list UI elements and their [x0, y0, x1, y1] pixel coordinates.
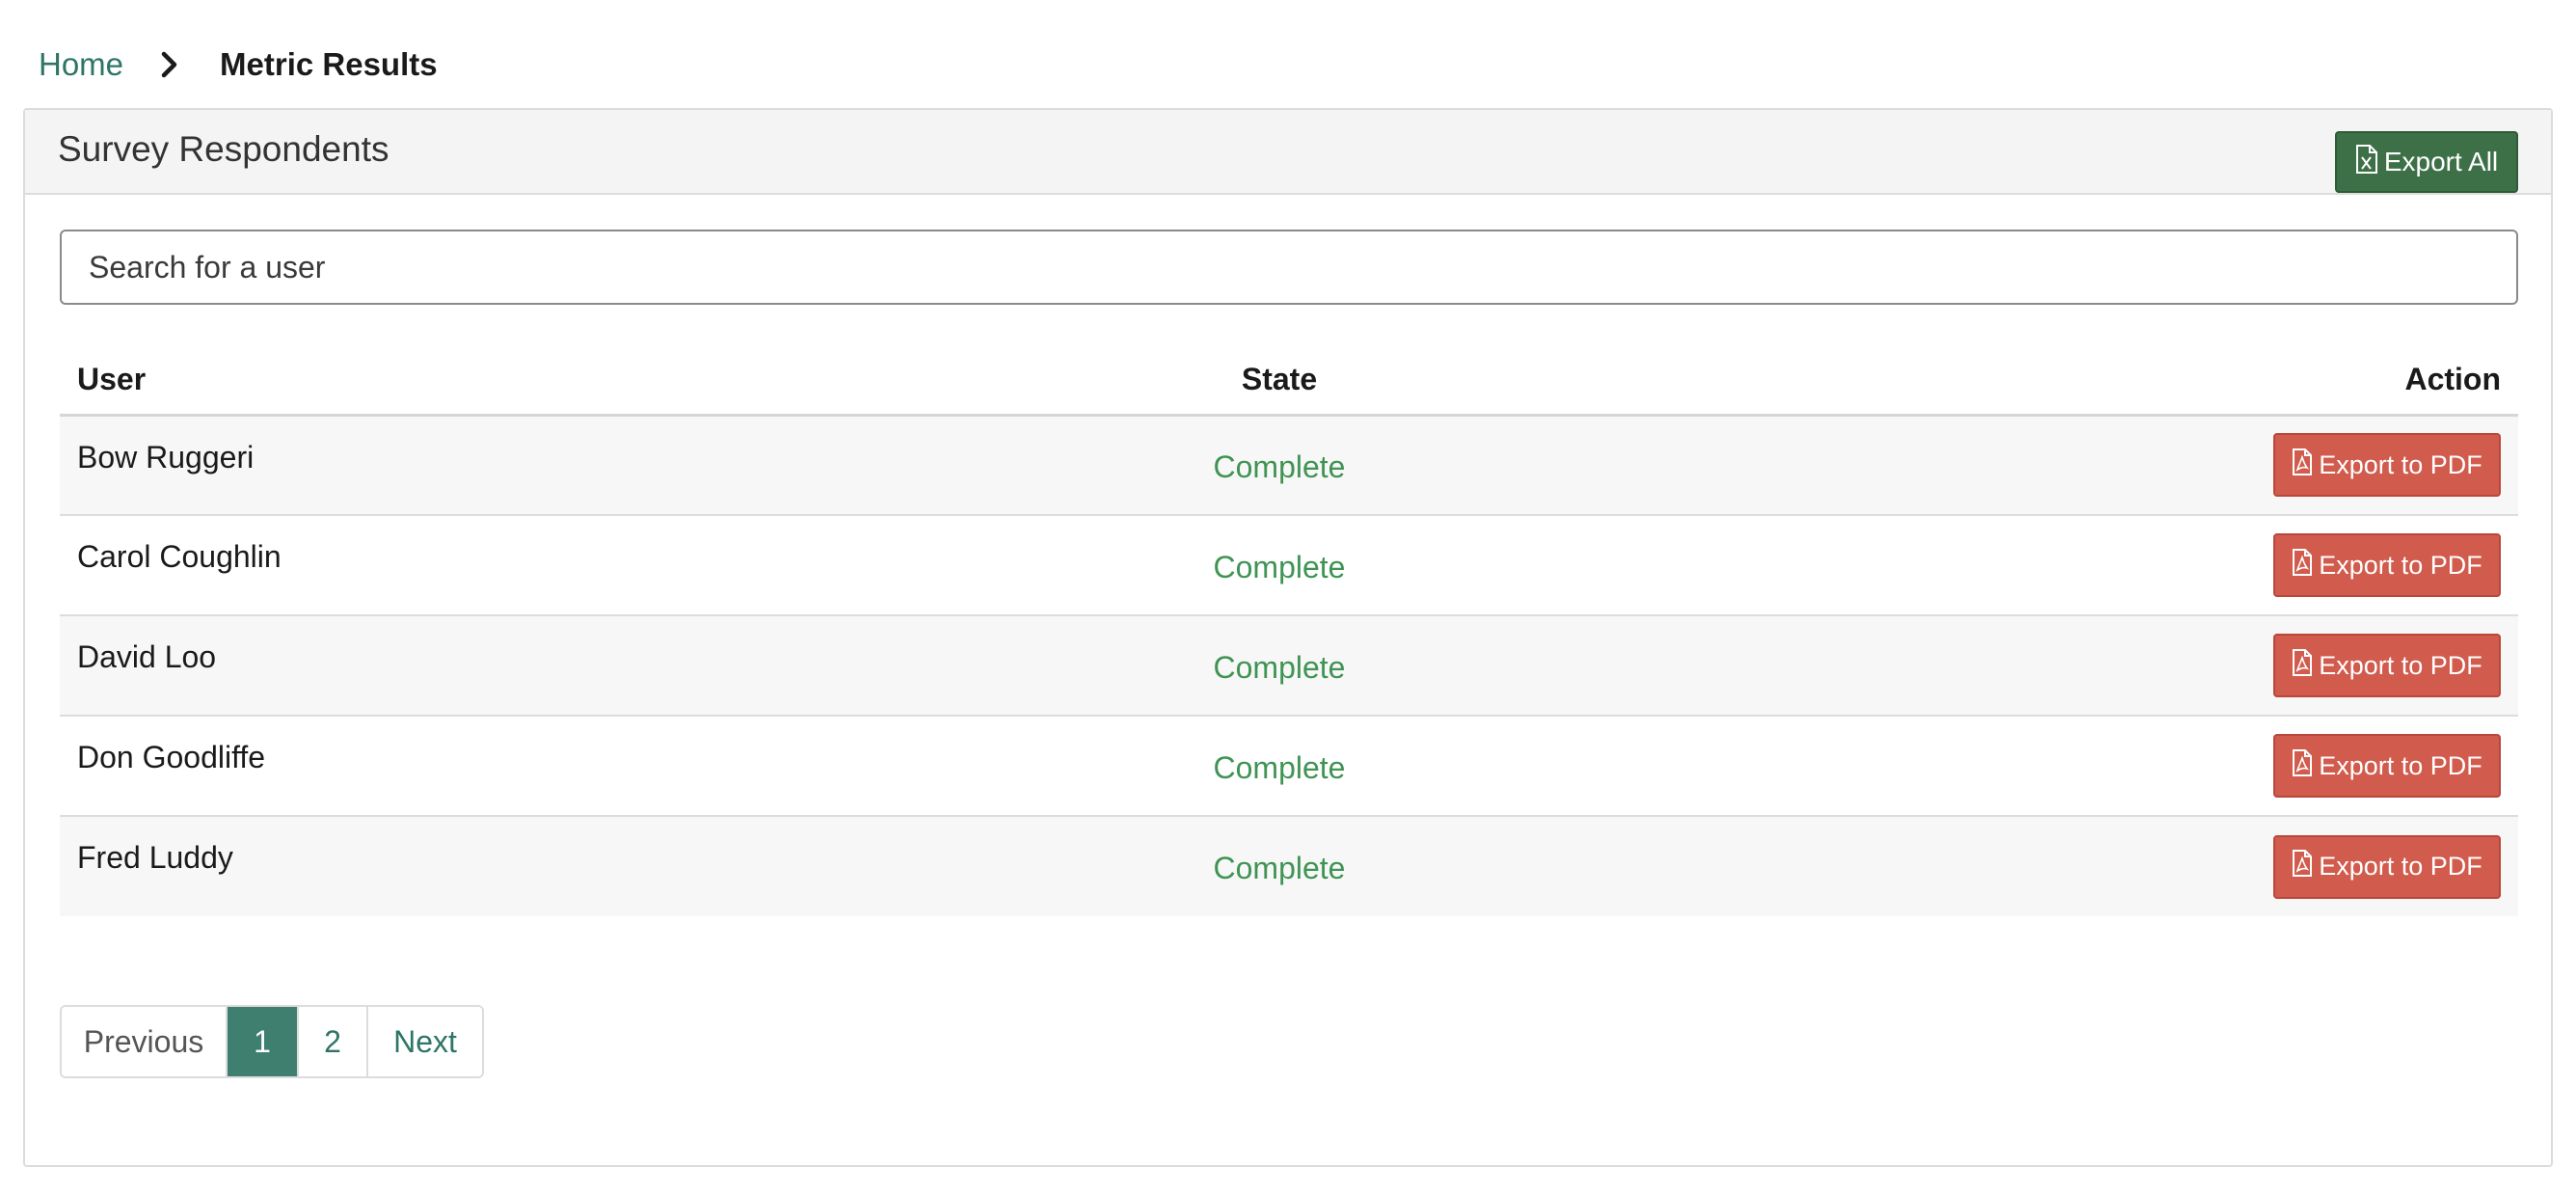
- export-to-pdf-button[interactable]: Export to PDF: [2273, 634, 2501, 697]
- export-to-pdf-button[interactable]: Export to PDF: [2273, 734, 2501, 798]
- table-row: David Loo Complete Export to PDF: [60, 615, 2518, 717]
- pagination-previous[interactable]: Previous: [62, 1007, 228, 1076]
- table-header-row: User State Action: [60, 336, 2518, 417]
- state-cell: Complete: [1024, 615, 1535, 717]
- respondents-table: User State Action Bow Ruggeri Complete E…: [60, 336, 2518, 916]
- file-excel-icon: [2355, 144, 2378, 180]
- export-to-pdf-button[interactable]: Export to PDF: [2273, 533, 2501, 597]
- breadcrumb-current: Metric Results: [220, 46, 438, 82]
- survey-respondents-panel: Survey Respondents Export All User State…: [23, 108, 2553, 1167]
- export-to-pdf-label: Export to PDF: [2319, 852, 2482, 881]
- user-name-cell: Bow Ruggeri: [60, 415, 1024, 516]
- user-name-cell: Don Goodliffe: [60, 716, 1024, 817]
- user-name-cell: Fred Luddy: [60, 816, 1024, 916]
- breadcrumb-home-link[interactable]: Home: [39, 46, 123, 83]
- chevron-right-icon: [160, 51, 179, 78]
- export-to-pdf-label: Export to PDF: [2319, 650, 2482, 680]
- export-to-pdf-button[interactable]: Export to PDF: [2273, 433, 2501, 498]
- export-all-button[interactable]: Export All: [2335, 131, 2518, 193]
- search-user-input[interactable]: [60, 230, 2518, 305]
- export-to-pdf-label: Export to PDF: [2319, 750, 2482, 780]
- state-cell: Complete: [1024, 415, 1535, 516]
- column-header-state[interactable]: State: [1024, 336, 1535, 417]
- export-to-pdf-label: Export to PDF: [2319, 550, 2482, 580]
- pagination: Previous 1 2 Next: [60, 1005, 484, 1078]
- export-all-label: Export All: [2383, 147, 2499, 176]
- export-to-pdf-label: Export to PDF: [2319, 449, 2482, 479]
- table-row: Bow Ruggeri Complete Export to PDF: [60, 415, 2518, 516]
- file-pdf-icon: [2292, 648, 2313, 683]
- pagination-next[interactable]: Next: [368, 1007, 482, 1076]
- table-row: Don Goodliffe Complete Export to PDF: [60, 716, 2518, 817]
- state-cell: Complete: [1024, 816, 1535, 916]
- user-name-cell: Carol Coughlin: [60, 515, 1024, 616]
- file-pdf-icon: [2292, 748, 2313, 783]
- file-pdf-icon: [2292, 448, 2313, 482]
- breadcrumb: Home Metric Results: [39, 41, 438, 89]
- export-to-pdf-button[interactable]: Export to PDF: [2273, 834, 2501, 899]
- pagination-page-1-current[interactable]: 1: [228, 1007, 299, 1076]
- table-row: Fred Luddy Complete Export to PDF: [60, 816, 2518, 916]
- file-pdf-icon: [2292, 850, 2313, 883]
- file-pdf-icon: [2292, 548, 2313, 583]
- state-cell: Complete: [1024, 716, 1535, 817]
- column-header-action: Action: [1535, 336, 2518, 417]
- user-name-cell: David Loo: [60, 615, 1024, 717]
- state-cell: Complete: [1024, 515, 1535, 616]
- panel-title: Survey Respondents: [58, 129, 389, 169]
- panel-header: Survey Respondents Export All: [25, 110, 2551, 195]
- column-header-user[interactable]: User: [60, 336, 1024, 417]
- table-row: Carol Coughlin Complete Export to PDF: [60, 515, 2518, 616]
- pagination-page-2[interactable]: 2: [299, 1007, 368, 1076]
